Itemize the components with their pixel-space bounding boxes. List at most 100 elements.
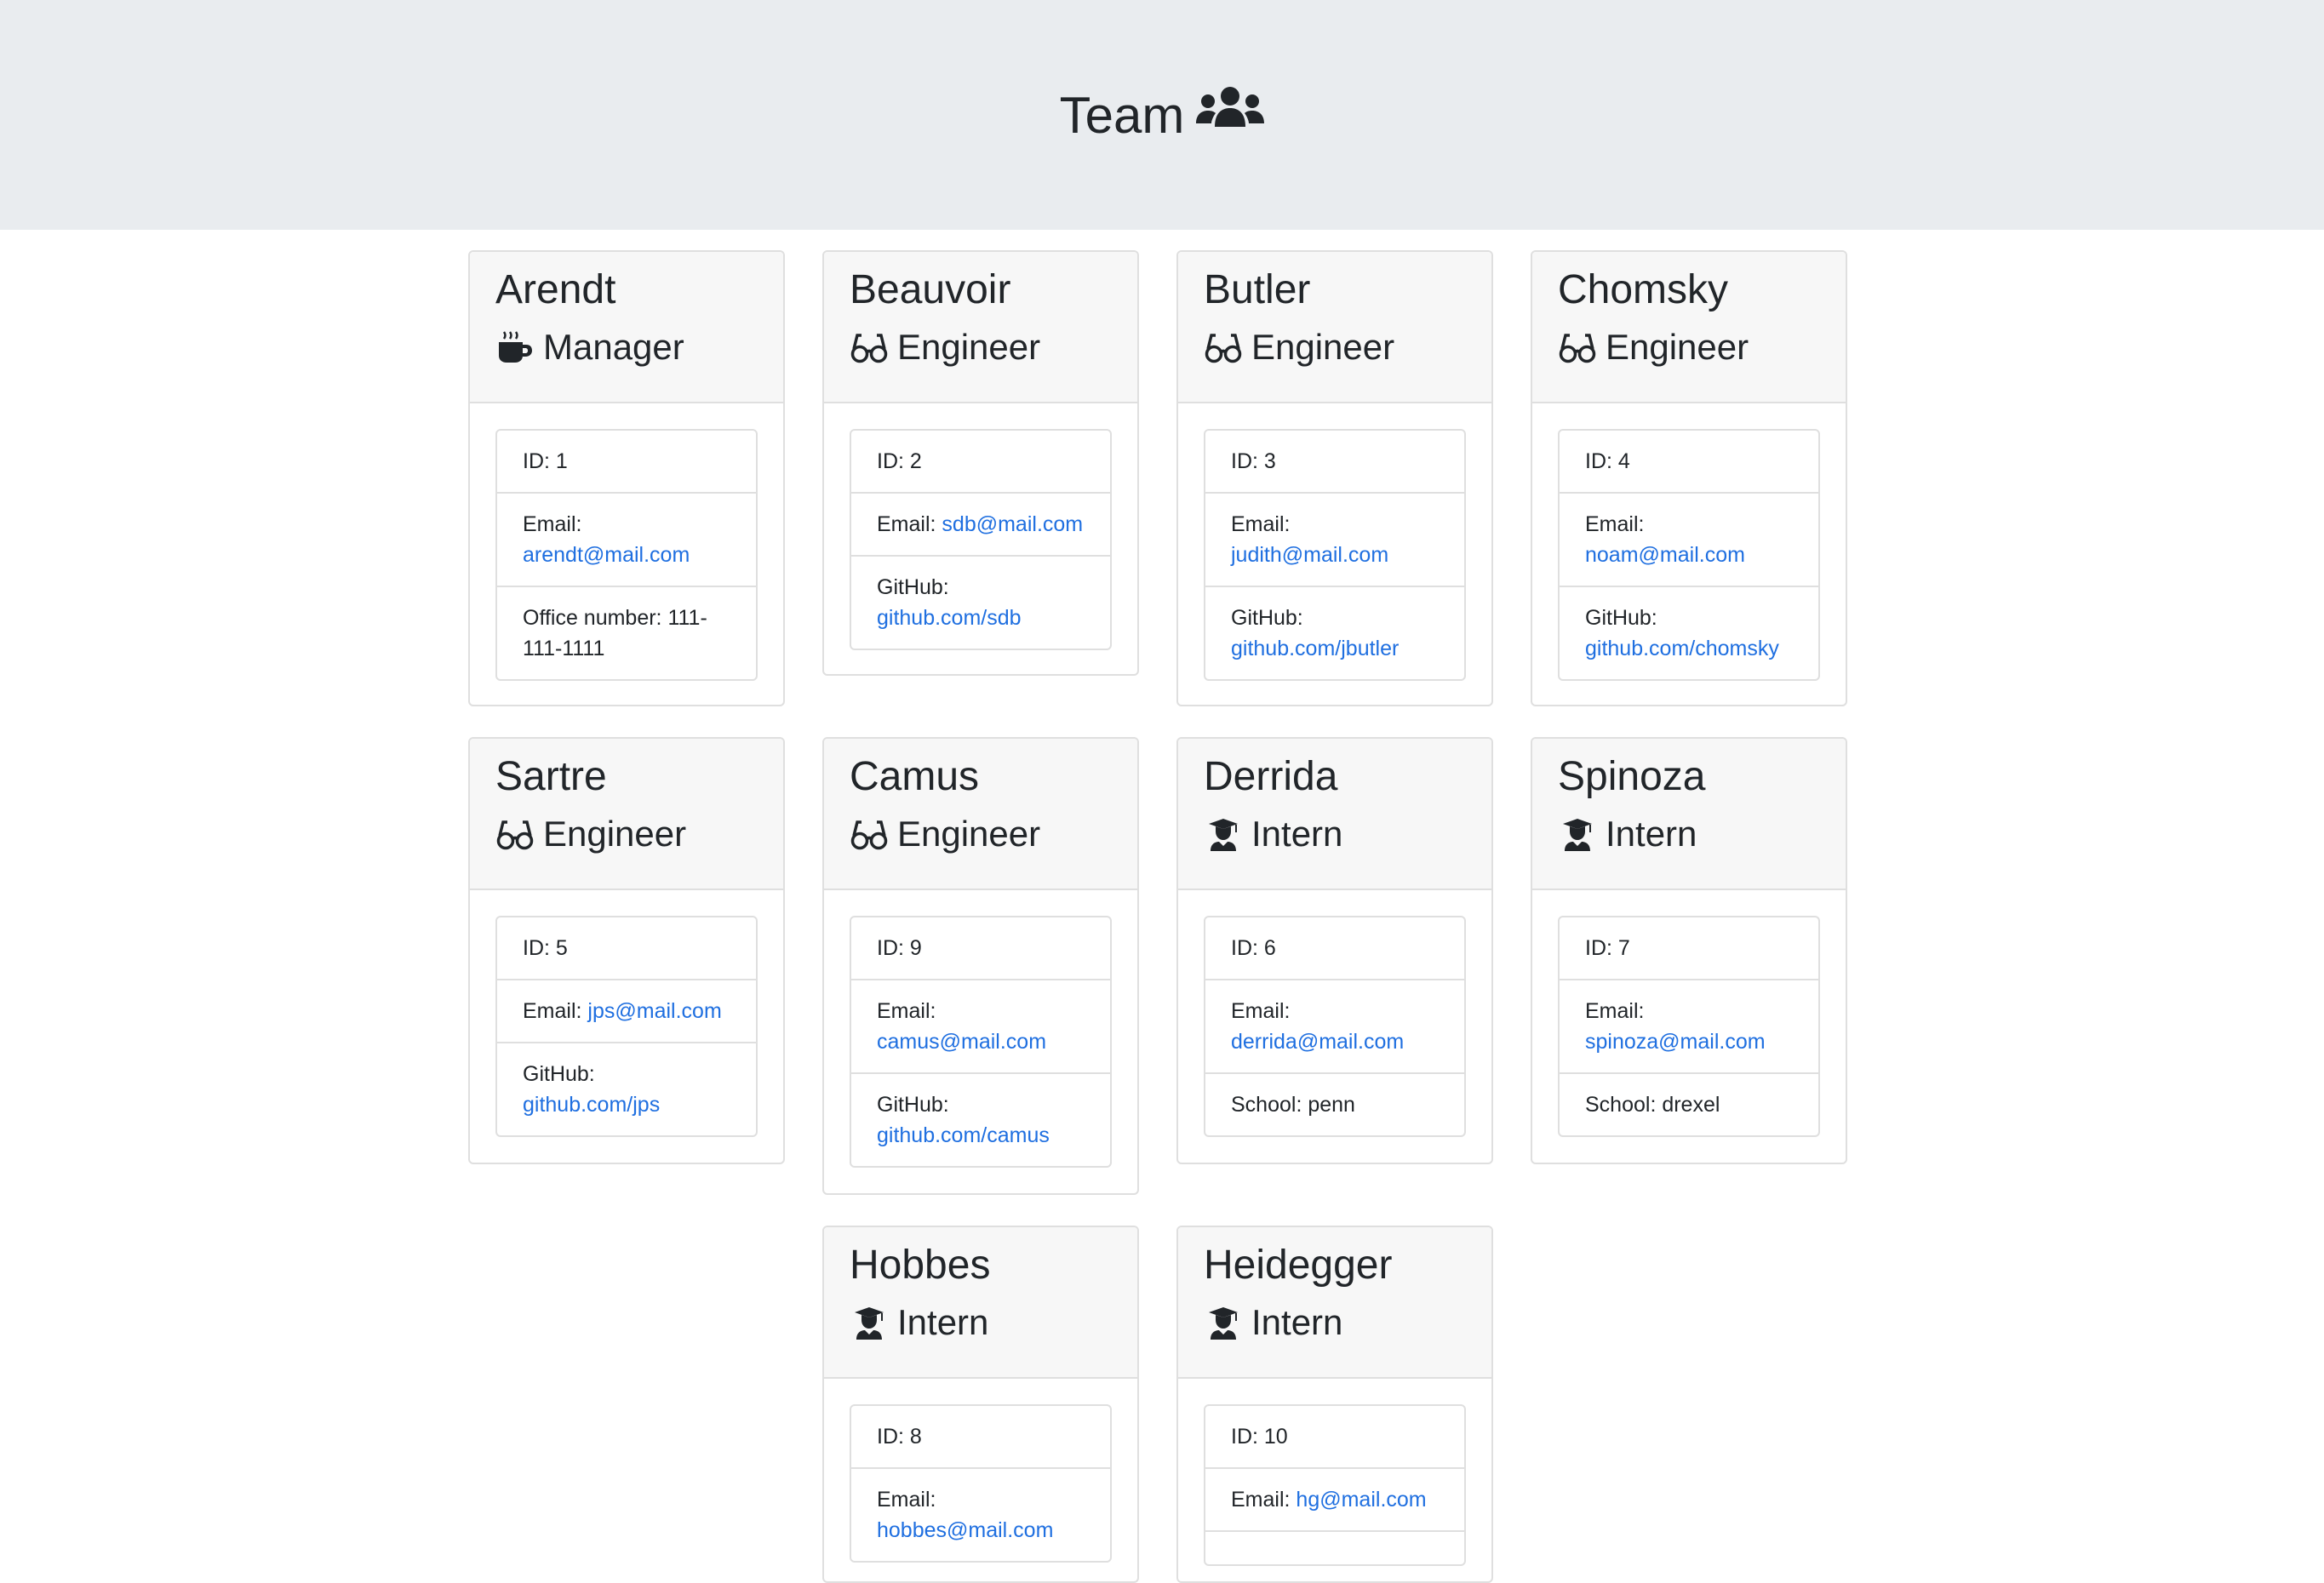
card-body: ID: 5 Email: jps@mail.com GitHub: github… — [470, 890, 783, 1163]
info-list: ID: 9 Email: camus@mail.com GitHub: gith… — [850, 916, 1112, 1168]
email-item: Email: spinoza@mail.com — [1560, 979, 1818, 1072]
email-link[interactable]: sdb@mail.com — [942, 512, 1083, 536]
card-header: Chomsky Engineer — [1532, 252, 1846, 403]
users-icon — [1196, 84, 1265, 146]
info-list: ID: 4 Email: noam@mail.com GitHub: githu… — [1558, 429, 1820, 681]
email-label: Email: — [877, 1488, 936, 1512]
card-body: ID: 8 Email: hobbes@mail.com — [824, 1379, 1137, 1581]
github-label: GitHub: — [877, 575, 949, 599]
github-item: GitHub: github.com/sdb — [851, 555, 1110, 649]
card-header: Sartre Engineer — [470, 739, 783, 890]
email-label: Email: — [1231, 512, 1291, 536]
email-label: Email: — [523, 512, 582, 536]
email-item: Email: sdb@mail.com — [851, 492, 1110, 555]
employee-role: Engineer — [1558, 325, 1820, 369]
card-header: Camus Engineer — [824, 739, 1137, 890]
card-body: ID: 6 Email: derrida@mail.com School: pe… — [1178, 890, 1491, 1163]
github-link[interactable]: github.com/sdb — [877, 606, 1022, 630]
glasses-icon — [850, 817, 889, 851]
email-item: Email: hg@mail.com — [1205, 1467, 1464, 1530]
card-body: ID: 4 Email: noam@mail.com GitHub: githu… — [1532, 403, 1846, 705]
github-label: GitHub: — [1231, 606, 1303, 630]
employee-card-arendt: Arendt Manager ID: 1 Email: arendt@mail.… — [468, 250, 785, 706]
email-label: Email: — [877, 512, 936, 536]
id-item: ID: 3 — [1231, 449, 1276, 473]
github-label: GitHub: — [1585, 606, 1657, 630]
office-number-item: Office number: 111-111-1111 — [497, 586, 756, 679]
info-list: ID: 1 Email: arendt@mail.com Office numb… — [495, 429, 758, 681]
card-body: ID: 2 Email: sdb@mail.com GitHub: github… — [824, 403, 1137, 674]
email-label: Email: — [1231, 1488, 1291, 1512]
card-header: Butler Engineer — [1178, 252, 1491, 403]
email-link[interactable]: arendt@mail.com — [523, 543, 690, 567]
id-item: ID: 1 — [523, 449, 568, 473]
jumbotron: Team — [0, 0, 2324, 230]
card-header: Heidegger Intern — [1178, 1227, 1491, 1379]
email-link[interactable]: hg@mail.com — [1296, 1488, 1426, 1512]
graduate-icon — [1558, 817, 1597, 851]
email-link[interactable]: hobbes@mail.com — [877, 1518, 1053, 1542]
employee-role: Engineer — [850, 325, 1112, 369]
email-link[interactable]: derrida@mail.com — [1231, 1030, 1404, 1054]
role-label: Intern — [1251, 814, 1343, 854]
employee-role: Engineer — [495, 812, 758, 856]
email-item: Email: derrida@mail.com — [1205, 979, 1464, 1072]
id-item: ID: 10 — [1231, 1425, 1288, 1449]
employee-role: Intern — [1204, 1300, 1466, 1345]
id-item: ID: 4 — [1585, 449, 1630, 473]
school-item: School: penn — [1205, 1072, 1464, 1135]
employee-name: Arendt — [495, 267, 616, 312]
email-link[interactable]: spinoza@mail.com — [1585, 1030, 1766, 1054]
info-list: ID: 10 Email: hg@mail.com — [1204, 1404, 1466, 1566]
coffee-icon — [495, 330, 535, 364]
employee-role: Engineer — [1204, 325, 1466, 369]
id-item: ID: 6 — [1231, 936, 1276, 960]
role-label: Engineer — [897, 327, 1041, 367]
employee-card-spinoza: Spinoza Intern ID: 7 Email: spinoza@mail… — [1531, 737, 1847, 1164]
employee-name: Spinoza — [1558, 754, 1706, 799]
card-header: Arendt Manager — [470, 252, 783, 403]
page-title-text: Team — [1059, 86, 1185, 144]
info-list: ID: 3 Email: judith@mail.com GitHub: git… — [1204, 429, 1466, 681]
role-label: Manager — [543, 327, 684, 367]
id-item: ID: 2 — [877, 449, 922, 473]
employee-card-heidegger: Heidegger Intern ID: 10 Email: hg@mail.c… — [1176, 1226, 1493, 1583]
page-title: Team — [1060, 84, 1265, 146]
role-label: Intern — [1606, 814, 1697, 854]
github-link[interactable]: github.com/chomsky — [1585, 637, 1779, 660]
github-item: GitHub: github.com/chomsky — [1560, 586, 1818, 679]
card-body: ID: 3 Email: judith@mail.com GitHub: git… — [1178, 403, 1491, 705]
card-body: ID: 10 Email: hg@mail.com — [1178, 1379, 1491, 1581]
github-link[interactable]: github.com/jbutler — [1231, 637, 1399, 660]
github-item: GitHub: github.com/jps — [497, 1042, 756, 1135]
email-link[interactable]: noam@mail.com — [1585, 543, 1745, 567]
employee-card-hobbes: Hobbes Intern ID: 8 Email: hobbes@mail.c… — [822, 1226, 1139, 1583]
employee-name: Camus — [850, 754, 980, 799]
glasses-icon — [1204, 330, 1243, 364]
role-label: Intern — [1251, 1302, 1343, 1342]
employee-card-derrida: Derrida Intern ID: 6 Email: derrida@mail… — [1176, 737, 1493, 1164]
github-link[interactable]: github.com/camus — [877, 1123, 1050, 1147]
employee-name: Heidegger — [1204, 1243, 1393, 1288]
info-list: ID: 8 Email: hobbes@mail.com — [850, 1404, 1112, 1563]
employee-role: Intern — [1558, 812, 1820, 856]
employee-role: Engineer — [850, 812, 1112, 856]
employee-name: Sartre — [495, 754, 607, 799]
email-link[interactable]: judith@mail.com — [1231, 543, 1388, 567]
email-label: Email: — [523, 999, 582, 1023]
github-item: GitHub: github.com/jbutler — [1205, 586, 1464, 679]
graduate-icon — [1204, 1306, 1243, 1340]
email-item: Email: noam@mail.com — [1560, 492, 1818, 586]
employee-role: Intern — [1204, 812, 1466, 856]
id-item: ID: 8 — [877, 1425, 922, 1449]
glasses-icon — [495, 817, 535, 851]
github-link[interactable]: github.com/jps — [523, 1093, 660, 1117]
id-item: ID: 5 — [523, 936, 568, 960]
graduate-icon — [1204, 817, 1243, 851]
role-label: Engineer — [897, 814, 1041, 854]
info-list: ID: 2 Email: sdb@mail.com GitHub: github… — [850, 429, 1112, 650]
email-link[interactable]: camus@mail.com — [877, 1030, 1046, 1054]
email-link[interactable]: jps@mail.com — [587, 999, 721, 1023]
role-label: Engineer — [543, 814, 687, 854]
email-label: Email: — [1585, 512, 1645, 536]
